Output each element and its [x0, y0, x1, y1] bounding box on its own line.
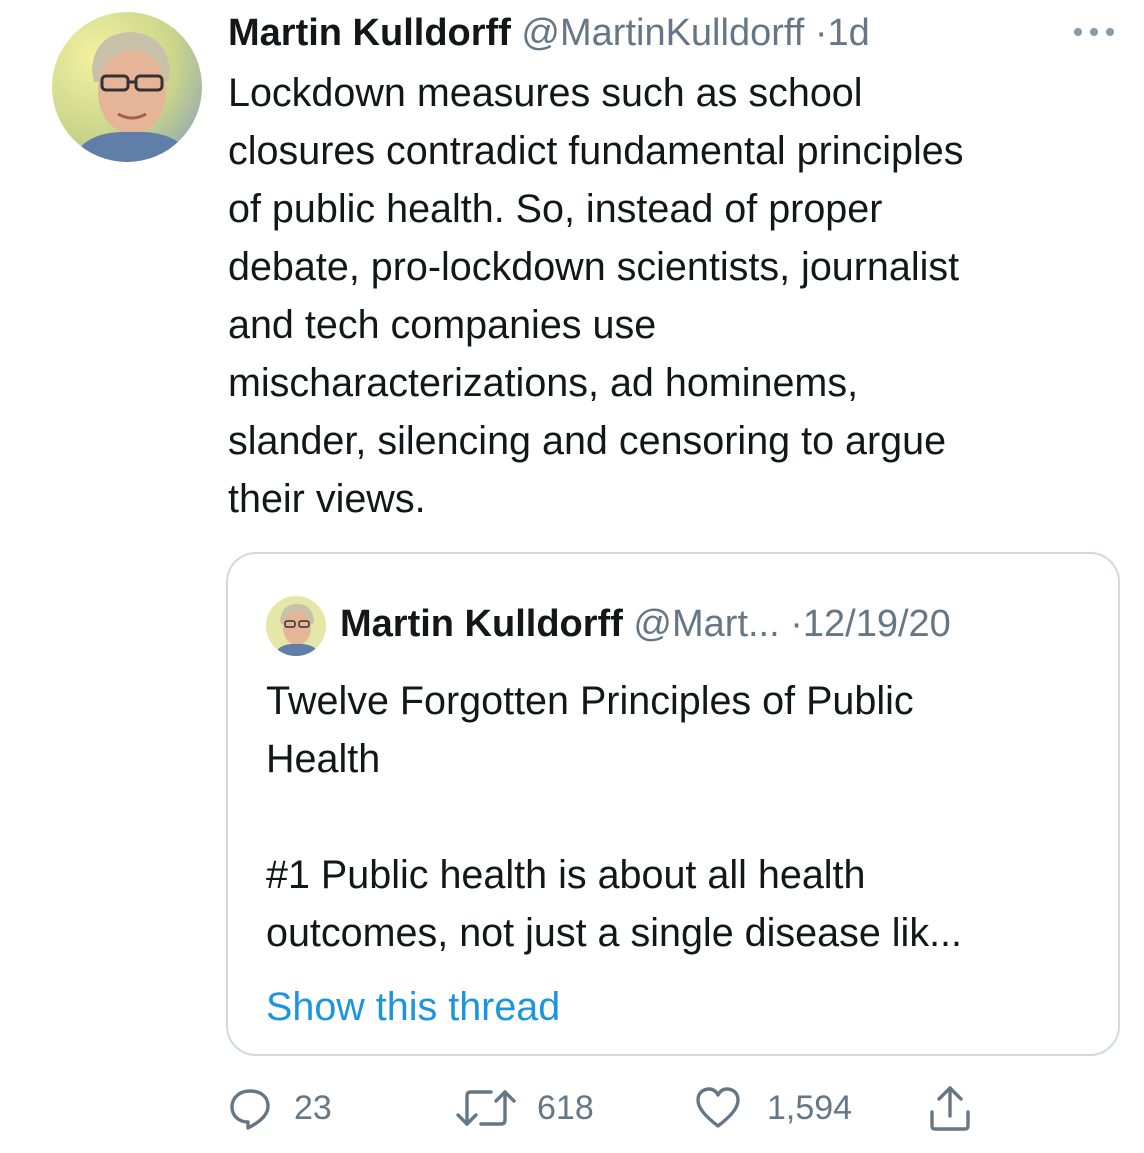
reply-count: 23	[294, 1088, 332, 1127]
quoted-tweet-header: Martin Kulldorff @Mart... ·12/19/20	[340, 602, 951, 646]
tweet-timestamp[interactable]: 1d	[828, 12, 870, 54]
share-button[interactable]	[928, 1082, 972, 1134]
retweet-icon	[456, 1090, 516, 1126]
quoted-author-name: Martin Kulldorff	[340, 603, 623, 645]
show-thread-link[interactable]: Show this thread	[266, 978, 560, 1036]
retweet-button[interactable]: 618	[455, 1082, 594, 1134]
author-avatar[interactable]	[52, 12, 202, 162]
reply-icon	[230, 1089, 270, 1130]
avatar-photo-icon	[266, 596, 326, 656]
tweet-header: Martin Kulldorff @MartinKulldorff ·1d	[228, 10, 870, 56]
quoted-author-handle: @Mart...	[633, 603, 780, 645]
quoted-tweet-date: 12/19/20	[802, 603, 951, 645]
tweet-actions: 23 618 1,594	[0, 1082, 1144, 1134]
share-icon	[930, 1086, 970, 1131]
quoted-tweet-text: Twelve Forgotten Principles of Public He…	[266, 679, 962, 955]
author-name[interactable]: Martin Kulldorff	[228, 12, 511, 54]
like-button[interactable]: 1,594	[695, 1082, 852, 1134]
like-count: 1,594	[767, 1088, 853, 1127]
more-options-button[interactable]	[1068, 20, 1120, 44]
reply-button[interactable]: 23	[228, 1082, 332, 1134]
tweet-text: Lockdown measures such as school closure…	[228, 71, 964, 521]
like-icon	[696, 1087, 740, 1128]
author-handle[interactable]: @MartinKulldorff	[521, 12, 804, 54]
retweet-count: 618	[537, 1088, 594, 1127]
separator-dot: ·	[814, 12, 828, 54]
more-horizontal-icon	[1074, 28, 1114, 36]
quoted-author-avatar	[266, 596, 326, 656]
quoted-tweet-card[interactable]: Martin Kulldorff @Mart... ·12/19/20 Twel…	[226, 552, 1120, 1056]
avatar-photo-icon	[52, 12, 202, 162]
separator-dot: ·	[790, 603, 803, 645]
